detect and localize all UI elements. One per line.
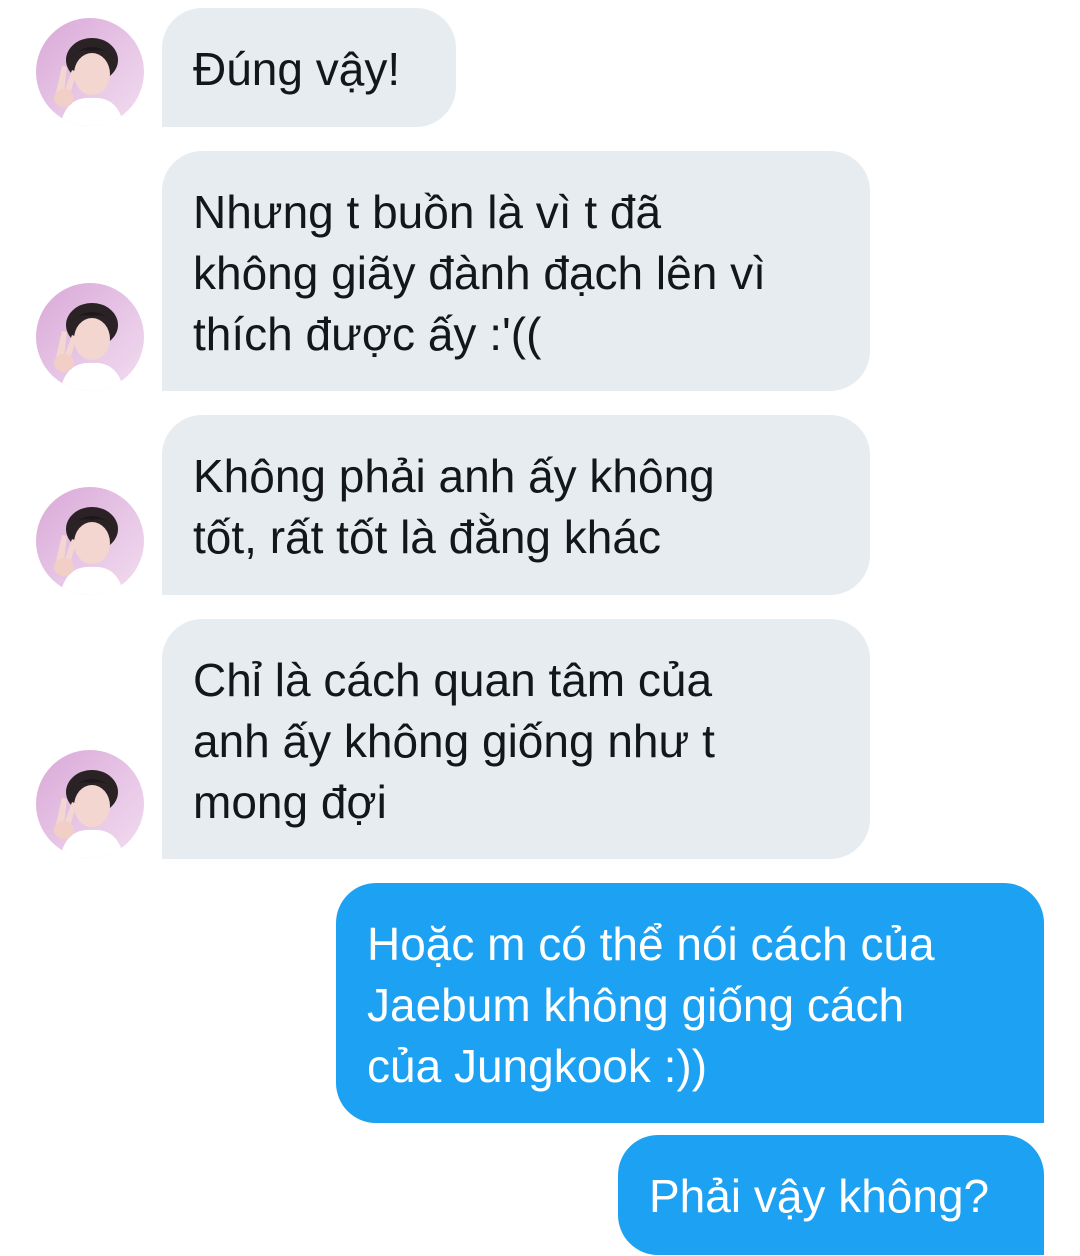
profile-photo-icon [54,38,124,126]
message-bubble-incoming[interactable]: Đúng vậy! [162,8,456,127]
message-bubble-outgoing[interactable]: Hoặc m có thể nói cách của Jaebum không … [336,883,1044,1123]
profile-photo-icon [54,303,124,391]
contact-avatar[interactable] [36,283,144,391]
profile-photo-icon [54,770,124,858]
message-bubble-incoming[interactable]: Nhưng t buồn là vì t đã không giãy đành … [162,151,870,391]
message-bubble-incoming[interactable]: Không phải anh ấy không tốt, rất tốt là … [162,415,870,595]
message-bubble-outgoing[interactable]: Phải vậy không? [618,1135,1044,1255]
message-bubble-incoming[interactable]: Chỉ là cách quan tâm của anh ấy không gi… [162,619,870,859]
contact-avatar[interactable] [36,750,144,858]
contact-avatar[interactable] [36,18,144,126]
contact-avatar[interactable] [36,487,144,595]
profile-photo-icon [54,507,124,595]
